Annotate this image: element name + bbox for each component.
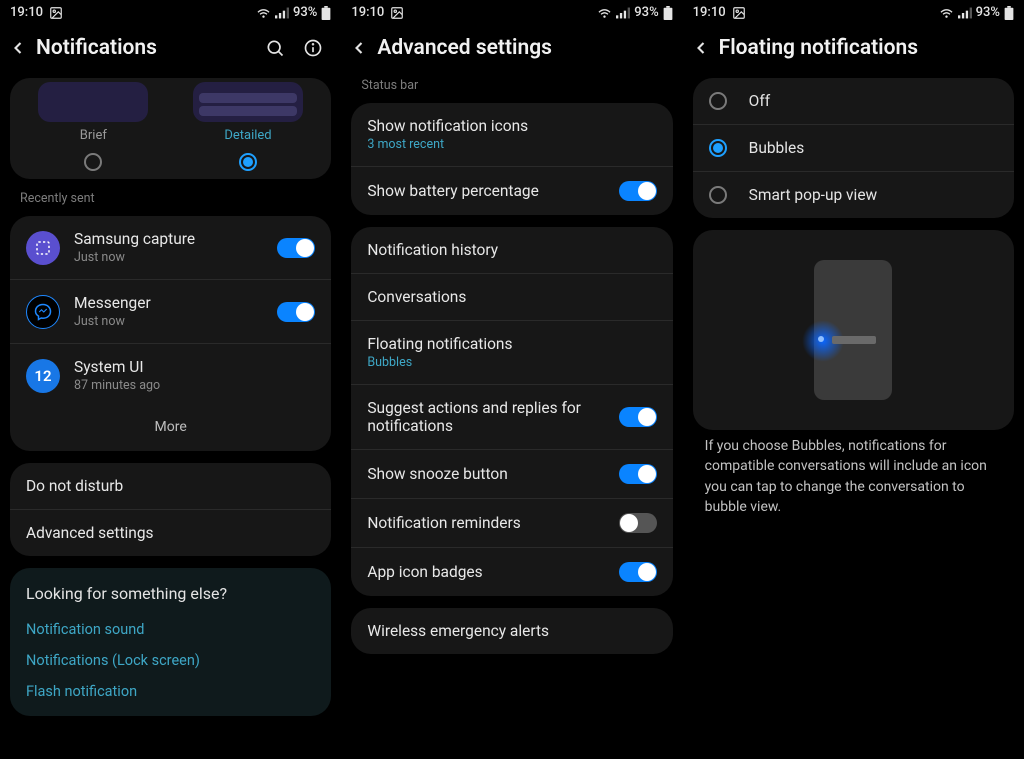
signal-icon <box>616 7 630 19</box>
do-not-disturb[interactable]: Do not disturb <box>10 463 331 509</box>
page-title: Advanced settings <box>373 36 670 60</box>
link-flash-notification[interactable]: Flash notification <box>26 683 137 700</box>
link-notification-sound[interactable]: Notification sound <box>26 621 144 638</box>
app-name: Messenger <box>74 294 277 312</box>
recently-sent-panel: Samsung capture Just now Messenger Just … <box>10 216 331 451</box>
app-time: Just now <box>74 314 277 329</box>
style-detailed-label: Detailed <box>224 128 271 143</box>
style-brief-radio[interactable] <box>84 153 102 171</box>
radio-off[interactable] <box>709 92 727 110</box>
app-toggle[interactable] <box>277 302 315 322</box>
samsung-capture-icon <box>26 231 60 265</box>
app-toggle[interactable] <box>277 238 315 258</box>
radio-bubbles[interactable] <box>709 139 727 157</box>
app-row-messenger[interactable]: Messenger Just now <box>10 279 331 343</box>
notification-style-panel: Brief Detailed <box>10 78 331 179</box>
app-name: Samsung capture <box>74 230 277 248</box>
notification-history[interactable]: Notification history <box>351 227 672 273</box>
more-button[interactable]: More <box>10 407 331 451</box>
app-row-system-ui[interactable]: 12 System UI 87 minutes ago <box>10 343 331 407</box>
battery-icon <box>663 6 673 20</box>
conversations[interactable]: Conversations <box>351 273 672 320</box>
style-brief-label: Brief <box>80 128 107 143</box>
app-row-samsung-capture[interactable]: Samsung capture Just now <box>10 216 331 279</box>
app-time: Just now <box>74 250 277 265</box>
status-bar: 19:10 93% <box>0 0 341 24</box>
system-ui-icon: 12 <box>26 359 60 393</box>
status-bar-panel: Show notification icons 3 most recent Sh… <box>351 103 672 215</box>
reminders-toggle[interactable] <box>619 513 657 533</box>
info-icon[interactable] <box>303 38 323 58</box>
battery-percentage-toggle[interactable] <box>619 181 657 201</box>
screen-advanced-settings: 19:10 93% Advanced settings Status bar S… <box>341 0 682 759</box>
looking-for-panel: Looking for something else? Notification… <box>10 568 331 716</box>
image-icon <box>49 6 63 20</box>
looking-for-title: Looking for something else? <box>10 568 331 613</box>
back-icon <box>8 38 28 58</box>
battery-icon <box>321 6 331 20</box>
signal-icon <box>275 7 289 19</box>
header: Advanced settings <box>341 24 682 72</box>
wireless-panel: Wireless emergency alerts <box>351 608 672 654</box>
back-button[interactable] <box>691 38 715 58</box>
wifi-icon <box>939 7 954 19</box>
style-brief[interactable]: Brief <box>16 82 171 171</box>
battery-icon <box>1004 6 1014 20</box>
wireless-emergency-alerts[interactable]: Wireless emergency alerts <box>351 608 672 654</box>
status-time: 19:10 <box>693 5 726 20</box>
settings-panel: Do not disturb Advanced settings <box>10 463 331 556</box>
notification-reminders[interactable]: Notification reminders <box>351 498 672 547</box>
header: Notifications <box>0 24 341 72</box>
status-time: 19:10 <box>351 5 384 20</box>
bubbles-illustration <box>814 260 892 400</box>
wifi-icon <box>597 7 612 19</box>
image-icon <box>390 6 404 20</box>
search-icon[interactable] <box>265 38 285 58</box>
app-icon-badges[interactable]: App icon badges <box>351 547 672 596</box>
floating-options-panel: Off Bubbles Smart pop-up view <box>693 78 1014 218</box>
style-detailed[interactable]: Detailed <box>171 82 326 171</box>
status-bar: 19:10 93% <box>341 0 682 24</box>
status-battery: 93% <box>976 5 1000 20</box>
app-name: System UI <box>74 358 315 376</box>
page-title: Notifications <box>32 36 265 60</box>
option-smart-popup[interactable]: Smart pop-up view <box>693 171 1014 218</box>
floating-notifications[interactable]: Floating notifications Bubbles <box>351 320 672 384</box>
status-bar: 19:10 93% <box>683 0 1024 24</box>
advanced-settings[interactable]: Advanced settings <box>10 509 331 556</box>
badges-toggle[interactable] <box>619 562 657 582</box>
illustration-panel <box>693 230 1014 430</box>
back-icon <box>349 38 369 58</box>
show-snooze[interactable]: Show snooze button <box>351 449 672 498</box>
screen-notifications: 19:10 93% Notifications Brief <box>0 0 341 759</box>
link-notifications-lock-screen[interactable]: Notifications (Lock screen) <box>26 652 200 669</box>
option-bubbles[interactable]: Bubbles <box>693 124 1014 171</box>
header: Floating notifications <box>683 24 1024 72</box>
option-off[interactable]: Off <box>693 78 1014 124</box>
app-time: 87 minutes ago <box>74 378 315 393</box>
messenger-icon <box>26 295 60 329</box>
bubbles-description: If you choose Bubbles, notifications for… <box>683 436 1024 517</box>
suggest-toggle[interactable] <box>619 407 657 427</box>
advanced-list-panel: Notification history Conversations Float… <box>351 227 672 596</box>
show-notification-icons[interactable]: Show notification icons 3 most recent <box>351 103 672 166</box>
image-icon <box>732 6 746 20</box>
status-bar-section: Status bar <box>341 72 682 97</box>
status-battery: 93% <box>293 5 317 20</box>
snooze-toggle[interactable] <box>619 464 657 484</box>
radio-smart[interactable] <box>709 186 727 204</box>
suggest-actions[interactable]: Suggest actions and replies for notifica… <box>351 384 672 449</box>
status-battery: 93% <box>634 5 658 20</box>
style-detailed-radio[interactable] <box>239 153 257 171</box>
page-title: Floating notifications <box>715 36 1012 60</box>
back-button[interactable] <box>8 38 32 58</box>
back-button[interactable] <box>349 38 373 58</box>
wifi-icon <box>256 7 271 19</box>
show-battery-percentage[interactable]: Show battery percentage <box>351 166 672 215</box>
screen-floating-notifications: 19:10 93% Floating notifications Off Bub… <box>683 0 1024 759</box>
recently-sent-header: Recently sent <box>0 185 341 210</box>
signal-icon <box>958 7 972 19</box>
back-icon <box>691 38 711 58</box>
status-time: 19:10 <box>10 5 43 20</box>
